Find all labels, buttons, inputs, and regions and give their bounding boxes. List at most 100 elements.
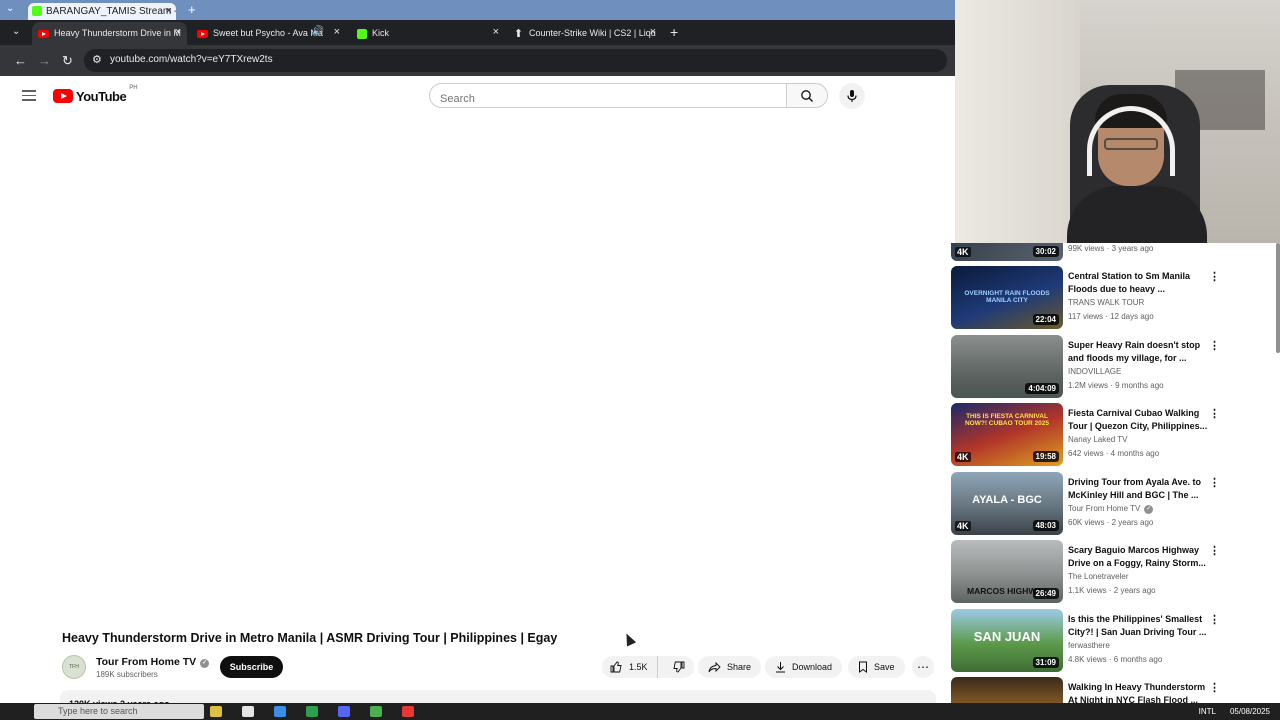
- tab-liquipedia[interactable]: ⬆ Counter-Strike Wiki | CS2 | Liqu ×: [507, 22, 662, 45]
- video-player[interactable]: [0, 116, 948, 616]
- speaker-icon[interactable]: 🔊: [312, 26, 324, 37]
- channel-name[interactable]: INDOVILLAGE: [1068, 367, 1121, 376]
- youtube-icon: [197, 28, 208, 39]
- video-title[interactable]: Scary Baguio Marcos Highway Drive on a F…: [1068, 544, 1208, 569]
- recommendation-item[interactable]: SAN JUAN 31:09 Is this the Philippines' …: [951, 609, 1276, 673]
- tab-search-icon[interactable]: ⌄: [12, 26, 20, 37]
- channel-name[interactable]: Tour From Home TV ✓: [1068, 504, 1154, 514]
- back-icon[interactable]: ←: [14, 53, 27, 68]
- tab-kick[interactable]: Kick ×: [350, 22, 505, 45]
- channel-avatar[interactable]: TFH: [62, 655, 86, 679]
- search-icon: [801, 89, 813, 102]
- channel-name[interactable]: Nanay Laked TV: [1068, 435, 1127, 444]
- more-options-icon[interactable]: ⋮: [1209, 681, 1220, 694]
- more-options-icon[interactable]: ⋮: [1209, 613, 1220, 626]
- video-thumbnail[interactable]: 4:04:09: [951, 335, 1063, 398]
- thumbnail-text: AYALA - BGC: [972, 494, 1042, 506]
- thumbs-up-icon: [610, 661, 622, 673]
- voice-search-button[interactable]: [839, 83, 865, 109]
- task-view-icon[interactable]: [242, 706, 254, 717]
- edge-icon[interactable]: [274, 706, 286, 717]
- dislike-button[interactable]: [664, 656, 694, 678]
- youtube-logo[interactable]: YouTube PH: [53, 85, 138, 105]
- channel-name-text[interactable]: Tour From Home TV: [1068, 504, 1140, 513]
- recommendation-item[interactable]: MARCOS HIGHWAY 26:49 Scary Baguio Marcos…: [951, 540, 1276, 604]
- reload-icon[interactable]: ↻: [62, 53, 73, 69]
- new-tab-icon[interactable]: +: [188, 2, 196, 17]
- language-indicator[interactable]: INTL: [1199, 707, 1216, 716]
- like-count: 1.5K: [629, 662, 648, 672]
- video-thumbnail[interactable]: MARCOS HIGHWAY 26:49: [951, 540, 1063, 603]
- video-title: Heavy Thunderstorm Drive in Metro Manila…: [62, 631, 558, 645]
- subscribe-button[interactable]: Subscribe: [220, 656, 283, 678]
- search-button[interactable]: [786, 83, 828, 108]
- more-options-icon[interactable]: ⋮: [1209, 270, 1220, 283]
- recommendation-item[interactable]: AYALA - BGC 4K 48:03 Driving Tour from A…: [951, 472, 1276, 536]
- omnibox[interactable]: ⚙ youtube.com/watch?v=eY7TXrew2ts: [84, 49, 947, 72]
- new-tab-icon[interactable]: +: [670, 24, 678, 40]
- tab-youtube-thunderstorm[interactable]: Heavy Thunderstorm Drive in M ×: [32, 22, 187, 45]
- taskbar-search-placeholder: Type here to search: [58, 706, 138, 716]
- more-options-icon[interactable]: ⋮: [1209, 476, 1220, 489]
- more-actions-icon[interactable]: ⋯: [912, 656, 934, 678]
- recommendation-item[interactable]: 4:04:09 Super Heavy Rain doesn't stop an…: [951, 335, 1276, 399]
- menu-icon[interactable]: [22, 90, 36, 101]
- more-options-icon[interactable]: ⋮: [1209, 339, 1220, 352]
- url-text[interactable]: youtube.com/watch?v=eY7TXrew2ts: [110, 54, 273, 65]
- close-icon[interactable]: ×: [493, 26, 499, 38]
- video-title[interactable]: Driving Tour from Ayala Ave. to McKinley…: [1068, 476, 1208, 501]
- more-options-icon[interactable]: ⋮: [1209, 544, 1220, 557]
- video-title[interactable]: Is this the Philippines' Smallest City?!…: [1068, 613, 1208, 638]
- channel-name[interactable]: ferwasthere: [1068, 641, 1110, 650]
- share-label: Share: [727, 662, 752, 672]
- share-button[interactable]: Share: [698, 656, 762, 678]
- search-box[interactable]: [429, 83, 787, 108]
- video-title[interactable]: Super Heavy Rain doesn't stop and floods…: [1068, 339, 1208, 364]
- search-input[interactable]: [440, 93, 770, 105]
- thumbnail-text: THIS IS FIESTA CARNIVAL NOW?! CUBAO TOUR…: [964, 413, 1050, 427]
- video-thumbnail[interactable]: THIS IS FIESTA CARNIVAL NOW?! CUBAO TOUR…: [951, 403, 1063, 466]
- recommendation-item[interactable]: THIS IS FIESTA CARNIVAL NOW?! CUBAO TOUR…: [951, 403, 1276, 467]
- kick-icon: [32, 6, 42, 16]
- bookmark-icon: [859, 661, 867, 673]
- video-title[interactable]: Central Station to Sm Manila Floods due …: [1068, 270, 1208, 295]
- tab-stream[interactable]: BARANGAY_TAMIS Stream - W ×: [28, 3, 176, 20]
- like-button[interactable]: 1.5K: [602, 656, 659, 678]
- channel-name[interactable]: The Lonetraveler: [1068, 572, 1128, 581]
- clock-date[interactable]: 05/08/2025: [1230, 707, 1270, 716]
- recommendation-item[interactable]: OVERNIGHT RAIN FLOODS MANILA CITY 22:04 …: [951, 266, 1276, 330]
- taskbar-search[interactable]: Type here to search: [34, 704, 204, 719]
- chrome-icon[interactable]: [370, 706, 382, 717]
- spreadsheet-icon[interactable]: [306, 706, 318, 717]
- forward-icon[interactable]: →: [38, 53, 51, 68]
- close-icon[interactable]: ×: [650, 26, 656, 38]
- channel-name[interactable]: Tour From Home TV ✓: [96, 656, 210, 668]
- verified-icon: ✓: [200, 659, 210, 668]
- more-options-icon[interactable]: ⋮: [1209, 407, 1220, 420]
- close-icon[interactable]: ×: [166, 5, 172, 17]
- window-top-strip: ⌄ BARANGAY_TAMIS Stream - W × +: [0, 0, 955, 20]
- close-icon[interactable]: ×: [175, 26, 181, 38]
- download-button[interactable]: Download: [765, 656, 843, 678]
- save-button[interactable]: Save: [848, 656, 905, 678]
- video-thumbnail[interactable]: 4K 30:02: [951, 243, 1063, 261]
- recommendation-item[interactable]: 4K 30:02 99K views · 3 years ago: [951, 243, 1276, 262]
- save-label: Save: [874, 662, 895, 672]
- video-thumbnail[interactable]: AYALA - BGC 4K 48:03: [951, 472, 1063, 535]
- app-icon[interactable]: [402, 706, 414, 717]
- discord-icon[interactable]: [338, 706, 350, 717]
- channel-name[interactable]: TRANS WALK TOUR: [1068, 298, 1144, 307]
- tab-bar: ⌄ Heavy Thunderstorm Drive in M × Sweet …: [0, 20, 955, 45]
- file-explorer-icon[interactable]: [210, 706, 222, 717]
- sidebar-scrollbar[interactable]: [1276, 243, 1280, 353]
- youtube-icon: [38, 28, 49, 39]
- recommendations-sidebar: 4K 30:02 99K views · 3 years ago OVERNIG…: [951, 243, 1280, 720]
- video-title[interactable]: Fiesta Carnival Cubao Walking Tour | Que…: [1068, 407, 1208, 432]
- channel-name-text[interactable]: Tour From Home TV: [96, 656, 196, 668]
- chevron-down-icon[interactable]: ⌄: [6, 3, 14, 14]
- video-thumbnail[interactable]: SAN JUAN 31:09: [951, 609, 1063, 672]
- close-icon[interactable]: ×: [334, 26, 340, 38]
- video-thumbnail[interactable]: OVERNIGHT RAIN FLOODS MANILA CITY 22:04: [951, 266, 1063, 329]
- site-info-icon[interactable]: ⚙: [92, 53, 102, 66]
- tab-sweet-but-psycho[interactable]: Sweet but Psycho - Ava Ma 🔊 ×: [191, 22, 346, 45]
